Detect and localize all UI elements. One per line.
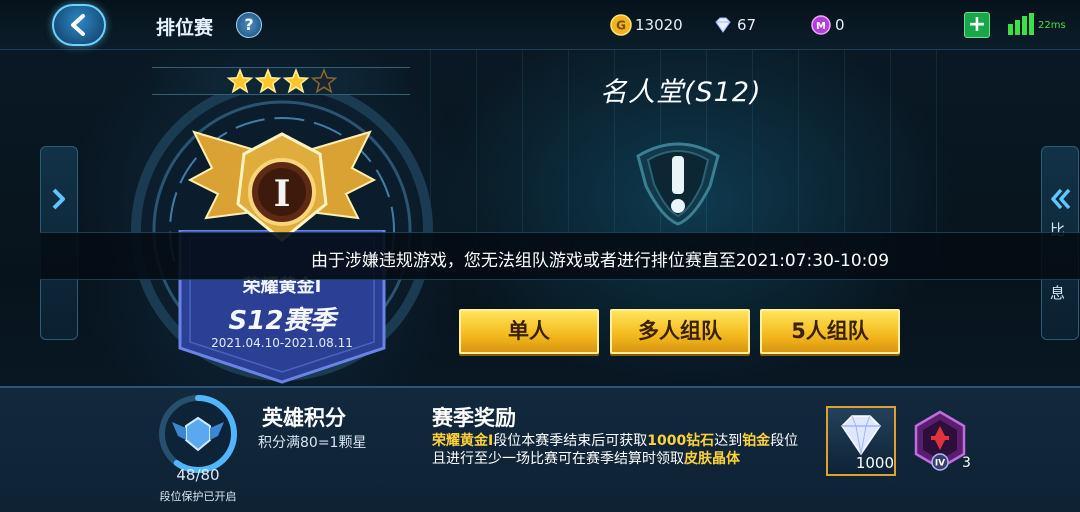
hall-of-fame-title: 名人堂(S12)	[600, 77, 762, 108]
reward-platinum-highlight: 铂金	[742, 433, 771, 449]
hero-points-title: 英雄积分	[262, 406, 346, 430]
tier-numeral: I	[274, 173, 291, 215]
help-button[interactable]: ?	[236, 12, 262, 38]
rank-stars	[226, 68, 338, 94]
gold-coin-icon: G	[610, 14, 632, 36]
hero-points-progress-ring	[159, 395, 237, 473]
solo-button[interactable]: 单人	[459, 309, 599, 354]
season-dates: 2021.04.10-2021.08.11	[211, 336, 353, 350]
gold-rank-emblem: I	[187, 130, 377, 242]
multi-team-button[interactable]: 多人组队	[610, 309, 750, 354]
double-chevron-left-icon	[1051, 188, 1071, 210]
star-filled-icon	[254, 68, 282, 94]
diamond-reward-count: 1000	[855, 454, 894, 472]
diamond-icon	[715, 17, 731, 33]
ping-label: 22ms	[1038, 20, 1066, 31]
skin-crystal-count: 3	[962, 455, 971, 471]
gold-amount: 13020	[635, 16, 683, 34]
reward-desc-part-2: 达到	[714, 433, 743, 449]
badge-tier-label: IV	[935, 459, 945, 469]
ban-notice-banner: 由于涉嫌违规游戏，您无法组队游戏或者进行排位赛直至2021:07:30-10:0…	[40, 232, 1080, 280]
star-filled-icon	[282, 68, 310, 94]
purple-token-icon: M	[811, 15, 831, 35]
back-button[interactable]	[52, 4, 106, 46]
svg-text:G: G	[616, 19, 626, 33]
reward-desc-part-1: 段位本赛季结束后可获取	[493, 433, 648, 449]
season-label: S12赛季	[228, 306, 336, 336]
chevron-left-icon	[71, 14, 85, 36]
exclamation-emblem-icon	[636, 142, 720, 226]
right-tab-char-2: 息	[1050, 284, 1066, 302]
star-empty-icon	[310, 68, 338, 94]
token-counter: M 0	[810, 14, 845, 36]
page-title: 排位赛	[156, 17, 214, 39]
diamond-reward-icon	[841, 415, 881, 456]
season-reward-description: 荣耀黄金I段位本赛季结束后可获取1000钻石达到铂金段位且进行至少一场比赛可在赛…	[432, 432, 804, 468]
rank-protection-text: 段位保护已开启	[159, 490, 237, 503]
season-reward-title: 赛季奖励	[432, 406, 516, 430]
chevron-right-icon	[52, 188, 65, 210]
diamond-counter: 67	[712, 14, 756, 36]
ban-notice-text: 由于涉嫌违规游戏，您无法组队游戏或者进行排位赛直至2021:07:30-10:0…	[310, 251, 890, 271]
star-filled-icon	[226, 68, 254, 94]
reward-rank-highlight: 荣耀黄金I	[432, 433, 494, 449]
reward-diamonds-highlight: 1000钻石	[647, 433, 715, 449]
hero-points-progress: 48/80	[176, 466, 220, 484]
add-button[interactable]: +	[964, 12, 990, 38]
hero-points-subtitle: 积分满80=1颗星	[258, 435, 367, 451]
reward-skin-highlight: 皮肤晶体	[684, 451, 740, 467]
token-amount: 0	[835, 16, 845, 34]
svg-text:M: M	[816, 21, 826, 32]
signal-icon	[1008, 13, 1034, 35]
diamond-amount: 67	[737, 16, 757, 34]
skin-crystal-badge-icon[interactable]: IV	[912, 410, 968, 474]
gold-counter: G 13020	[610, 14, 683, 36]
five-team-button[interactable]: 5人组队	[760, 309, 900, 354]
